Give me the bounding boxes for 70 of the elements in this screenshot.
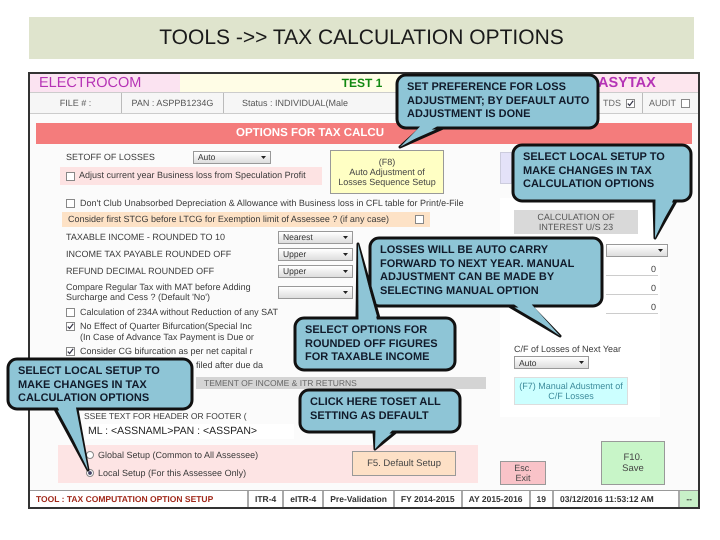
manual-adjustment-button[interactable]: (F7) Manual Adustment of C/F Losses — [514, 377, 628, 405]
callout-text: CLICK HERE TOSET ALL SETTING AS DEFAULT — [310, 396, 442, 423]
callout-text: LOSSES WILL BE AUTO CARRY FORWARD TO NEXT YEAR. MANUAL ADJUSTMENT CAN BE MADE BY SELECTING MANUAL OPTION — [380, 244, 576, 298]
flag-label: AUDIT — [649, 98, 676, 108]
default-setup-button[interactable]: F5. Default Setup — [352, 451, 456, 476]
input-field[interactable]: ML : <ASSNAML>PAN : <ASSPAN> — [86, 424, 294, 438]
section-bar: TEMENT OF INCOME & ITR RETURNS — [196, 376, 486, 388]
field-label: SETOFF OF LOSSES — [66, 152, 155, 162]
status-item: AY 2015-2016 — [460, 491, 529, 507]
save-button[interactable]: F10. Save — [601, 441, 665, 485]
status-item: -- — [678, 491, 698, 507]
field-label: SSEE TEXT FOR HEADER OR FOOTER ( — [84, 410, 247, 420]
checkbox[interactable] — [66, 322, 75, 331]
flag-label: TDS — [603, 98, 621, 108]
checkbox[interactable] — [66, 308, 75, 316]
field-label: TAXABLE INCOME - ROUNDED TO 10 — [66, 232, 226, 242]
callout-text: SELECT LOCAL SETUP TO MAKE CHANGES IN TAX CALCULATION OPTIONS — [18, 365, 161, 406]
side-panel — [500, 152, 512, 184]
caret-icon — [579, 361, 584, 364]
dropdown[interactable]: Nearest — [278, 230, 353, 244]
checkbox[interactable] — [681, 99, 690, 108]
option-label: Consider first STCG before LTCG for Exemption limit of Assessee ? (if any case) — [68, 214, 389, 224]
checkbox[interactable] — [626, 99, 635, 108]
company-name: ELECTROCOM — [30, 74, 180, 92]
amount-field[interactable]: 0 — [606, 263, 658, 276]
amount-field[interactable]: 0 — [606, 301, 658, 314]
caret-icon — [343, 236, 348, 238]
checkbox[interactable] — [66, 347, 75, 356]
exit-button[interactable]: Esc. Exit — [500, 461, 546, 485]
slide-title: TOOLS ->> TAX CALCULATION OPTIONS — [29, 17, 694, 59]
dropdown[interactable] — [278, 286, 353, 298]
status-item: eITR-4 — [282, 491, 322, 507]
caret-icon — [343, 290, 348, 294]
status-item: 03/12/2016 11:53:12 AM — [552, 491, 660, 507]
caret-icon — [343, 270, 348, 272]
caret-icon — [260, 156, 266, 158]
checkbox[interactable] — [66, 199, 75, 208]
option-label: filed after due da — [196, 360, 264, 370]
status-item: FY 2014-2015 — [392, 491, 461, 507]
caret-icon — [658, 249, 663, 252]
caret-icon — [343, 252, 348, 256]
option-label: Don't Club Unabsorbed Depreciation & Allowance with Business loss in CFL table for Print/e-File — [80, 198, 464, 208]
option-label: Consider CG bifurcation as per net capital r — [80, 346, 253, 356]
amount-field[interactable]: 0 — [606, 282, 658, 295]
radio-label: Global Setup (Common to All Assessee) — [98, 450, 258, 460]
checkbox[interactable] — [415, 215, 424, 224]
field-label: REFUND DECIMAL ROUNDED OFF — [66, 266, 216, 276]
callout-text: SELECT LOCAL SETUP TO MAKE CHANGES IN TAX CALCULATION OPTIONS — [523, 151, 666, 192]
option-label: Calculation of 234A without Reduction of any SAT — [80, 306, 278, 317]
status-item: Pre-Validation — [322, 491, 393, 507]
dropdown[interactable]: Upper — [278, 264, 353, 278]
sequence-setup-button[interactable]: (F8) Auto Adjustment of Losses Sequence Setup — [330, 150, 444, 194]
dropdown[interactable]: Auto — [514, 356, 589, 369]
status-item: TOOL : TAX COMPUTATION OPTION SETUP — [35, 493, 214, 506]
option-label: No Effect of Quarter Bifurcation(Special Inc (In Case of Advance Tax Payment is Due or — [80, 321, 254, 342]
dropdown[interactable]: Upper — [278, 248, 353, 260]
dropdown[interactable]: Auto — [192, 150, 271, 164]
field-label: Compare Regular Tax with MAT before Adding Surcharge and Cess ? (Default 'No') — [66, 282, 252, 302]
field-label: C/F of Losses of Next Year — [514, 344, 622, 354]
status-item: 19 — [528, 491, 552, 507]
option-label: Adjust current year Business loss from Speculation Profit — [79, 170, 306, 180]
info-cell: FILE # : — [30, 93, 122, 113]
radio-label: Local Setup (For this Assessee Only) — [98, 468, 246, 478]
callout-text: SELECT OPTIONS FOR ROUNDED OFF FIGURES FOR TAXABLE INCOME — [305, 324, 439, 364]
field-label: INCOME TAX PAYABLE ROUNDED OFF — [66, 248, 232, 260]
dropdown[interactable] — [606, 244, 668, 257]
status-item: ITR-4 — [247, 491, 282, 507]
info-cell: PAN : ASPPB1234G — [122, 93, 224, 113]
interest-button[interactable]: CALCULATION OF INTEREST U/S 23 — [514, 210, 638, 234]
checkbox[interactable] — [66, 172, 75, 180]
